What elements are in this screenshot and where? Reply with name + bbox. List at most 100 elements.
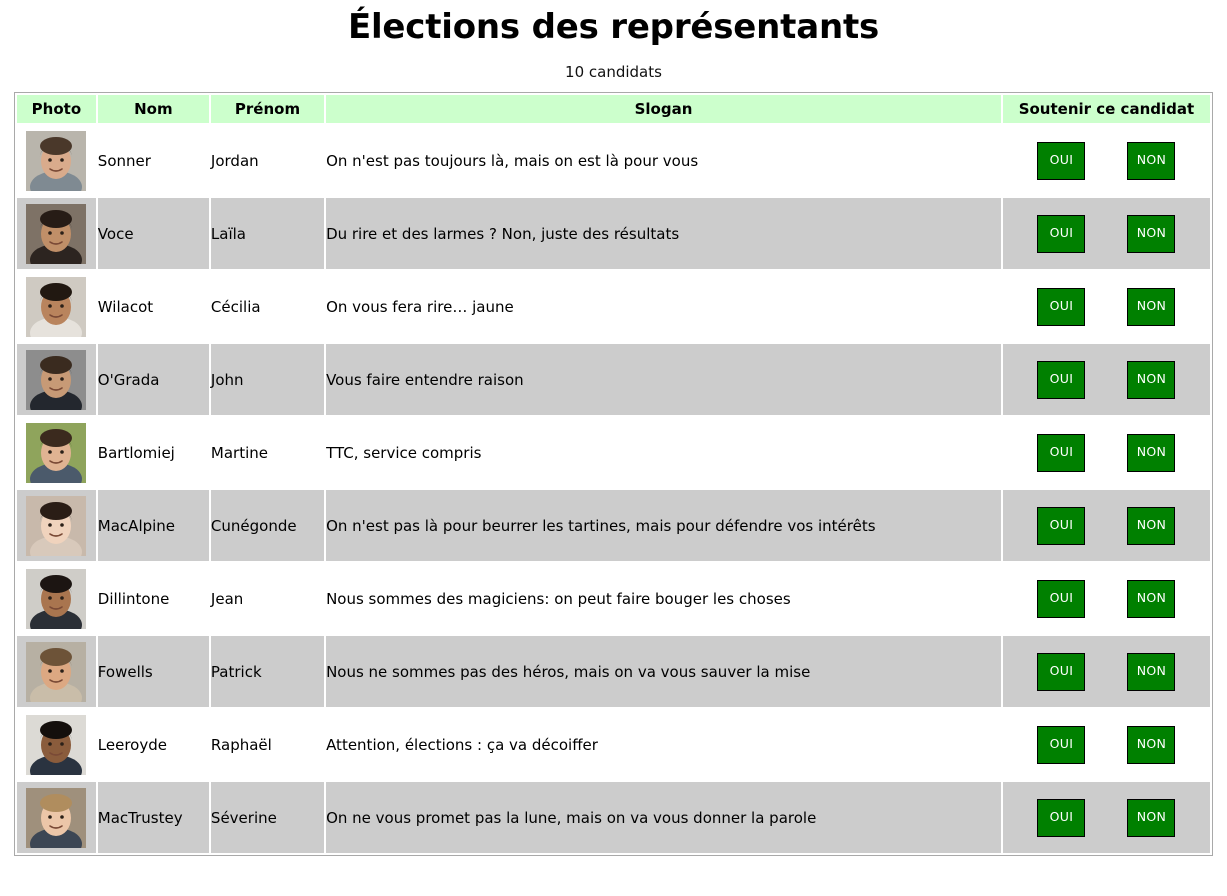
vote-no-button[interactable]: NON — [1127, 287, 1176, 326]
vote-no-button[interactable]: NON — [1127, 141, 1176, 180]
table-row: Dillintone Jean Nous sommes des magiciens:… — [17, 563, 1210, 634]
vote-no-button[interactable]: NON — [1127, 798, 1176, 837]
vote-yes-button[interactable]: OUI — [1037, 141, 1086, 180]
table-row: MacTrustey Séverine On ne vous promet pas … — [17, 782, 1210, 853]
vote-button-group: OUI NON — [1003, 214, 1210, 253]
candidate-prenom: Raphaël — [210, 709, 325, 780]
candidate-slogan: Attention, élections : ça va décoiffer — [326, 709, 1001, 780]
candidate-prenom: Cécilia — [210, 271, 325, 342]
portrait-man-dark-skin-short-hair — [26, 714, 87, 775]
column-header-prenom: Prénom — [210, 95, 325, 123]
portrait-curly-hair-woman — [26, 276, 87, 337]
candidate-nom: MacAlpine — [97, 490, 209, 561]
candidate-prenom: Séverine — [210, 782, 325, 853]
candidate-prenom: Jean — [210, 563, 325, 634]
column-header-photo: Photo — [17, 95, 96, 123]
candidate-support-cell: OUI NON — [1002, 417, 1210, 488]
vote-button-group: OUI NON — [1003, 652, 1210, 691]
vote-button-group: OUI NON — [1003, 360, 1210, 399]
candidate-photo-cell — [17, 198, 96, 269]
vote-yes-button[interactable]: OUI — [1037, 360, 1086, 399]
candidate-photo-cell — [17, 636, 96, 707]
candidate-slogan: Du rire et des larmes ? Non, juste des r… — [326, 198, 1001, 269]
candidate-photo-cell — [17, 709, 96, 780]
candidate-prenom: Patrick — [210, 636, 325, 707]
vote-yes-button[interactable]: OUI — [1037, 506, 1086, 545]
candidate-support-cell: OUI NON — [1002, 125, 1210, 196]
candidate-prenom: Laïla — [210, 198, 325, 269]
vote-button-group: OUI NON — [1003, 506, 1210, 545]
candidate-support-cell: OUI NON — [1002, 271, 1210, 342]
column-header-slogan: Slogan — [326, 95, 1001, 123]
portrait-man-glasses-mustache — [26, 568, 87, 629]
candidate-photo-cell — [17, 490, 96, 561]
vote-no-button[interactable]: NON — [1127, 506, 1176, 545]
page-title: Élections des représentants — [347, 7, 880, 47]
candidate-count: 10 candidats — [565, 63, 662, 81]
table-row: Voce Laïla Du rire et des larmes ? Non, ju… — [17, 198, 1210, 269]
candidate-support-cell: OUI NON — [1002, 782, 1210, 853]
candidate-support-cell: OUI NON — [1002, 198, 1210, 269]
portrait-man-suit-tie — [26, 349, 87, 410]
vote-button-group: OUI NON — [1003, 725, 1210, 764]
candidates-table-container: Photo Nom Prénom Slogan Soutenir ce cand… — [14, 92, 1213, 856]
vote-yes-button[interactable]: OUI — [1037, 214, 1086, 253]
candidate-photo-cell — [17, 125, 96, 196]
candidate-photo-cell — [17, 344, 96, 415]
vote-no-button[interactable]: NON — [1127, 579, 1176, 618]
candidate-support-cell: OUI NON — [1002, 709, 1210, 780]
candidate-slogan: Nous ne sommes pas des héros, mais on va… — [326, 636, 1001, 707]
candidate-photo-cell — [17, 417, 96, 488]
candidate-nom: Sonner — [97, 125, 209, 196]
table-row: Bartlomiej Martine TTC, service compris OUI… — [17, 417, 1210, 488]
candidates-table: Photo Nom Prénom Slogan Soutenir ce cand… — [15, 93, 1212, 855]
candidate-slogan: Nous sommes des magiciens: on peut faire… — [326, 563, 1001, 634]
candidate-prenom: Martine — [210, 417, 325, 488]
candidate-slogan: On vous fera rire… jaune — [326, 271, 1001, 342]
vote-yes-button[interactable]: OUI — [1037, 798, 1086, 837]
portrait-woman-short-hair-outdoors — [26, 422, 87, 483]
vote-button-group: OUI NON — [1003, 798, 1210, 837]
candidate-prenom: John — [210, 344, 325, 415]
portrait-bearded-man-glasses — [26, 130, 87, 191]
candidate-nom: Fowells — [97, 636, 209, 707]
table-row: Leeroyde Raphaël Attention, élections : ça… — [17, 709, 1210, 780]
vote-no-button[interactable]: NON — [1127, 725, 1176, 764]
candidate-nom: Voce — [97, 198, 209, 269]
candidate-support-cell: OUI NON — [1002, 636, 1210, 707]
candidate-prenom: Jordan — [210, 125, 325, 196]
vote-yes-button[interactable]: OUI — [1037, 433, 1086, 472]
vote-button-group: OUI NON — [1003, 287, 1210, 326]
vote-yes-button[interactable]: OUI — [1037, 579, 1086, 618]
vote-no-button[interactable]: NON — [1127, 652, 1176, 691]
vote-button-group: OUI NON — [1003, 141, 1210, 180]
portrait-woman-long-dark-hair-smiling — [26, 495, 87, 556]
vote-button-group: OUI NON — [1003, 433, 1210, 472]
table-row: O'Grada John Vous faire entendre raison OUI… — [17, 344, 1210, 415]
vote-no-button[interactable]: NON — [1127, 360, 1176, 399]
candidate-slogan: TTC, service compris — [326, 417, 1001, 488]
table-row: Fowells Patrick Nous ne sommes pas des hér… — [17, 636, 1210, 707]
portrait-blonde-woman — [26, 787, 87, 848]
vote-no-button[interactable]: NON — [1127, 214, 1176, 253]
vote-yes-button[interactable]: OUI — [1037, 652, 1086, 691]
table-row: MacAlpine Cunégonde On n'est pas là pour b… — [17, 490, 1210, 561]
candidate-nom: MacTrustey — [97, 782, 209, 853]
table-body: Sonner Jordan On n'est pas toujours là, ma… — [17, 125, 1210, 853]
candidate-nom: O'Grada — [97, 344, 209, 415]
candidate-slogan: On n'est pas là pour beurrer les tartine… — [326, 490, 1001, 561]
candidate-nom: Wilacot — [97, 271, 209, 342]
candidate-slogan: On n'est pas toujours là, mais on est là… — [326, 125, 1001, 196]
candidate-nom: Dillintone — [97, 563, 209, 634]
column-header-support: Soutenir ce candidat — [1002, 95, 1210, 123]
vote-no-button[interactable]: NON — [1127, 433, 1176, 472]
candidate-support-cell: OUI NON — [1002, 344, 1210, 415]
vote-yes-button[interactable]: OUI — [1037, 725, 1086, 764]
candidate-slogan: On ne vous promet pas la lune, mais on v… — [326, 782, 1001, 853]
candidate-photo-cell — [17, 563, 96, 634]
candidate-prenom: Cunégonde — [210, 490, 325, 561]
table-row: Wilacot Cécilia On vous fera rire… jaune OU… — [17, 271, 1210, 342]
candidate-slogan: Vous faire entendre raison — [326, 344, 1001, 415]
vote-yes-button[interactable]: OUI — [1037, 287, 1086, 326]
table-row: Sonner Jordan On n'est pas toujours là, ma… — [17, 125, 1210, 196]
